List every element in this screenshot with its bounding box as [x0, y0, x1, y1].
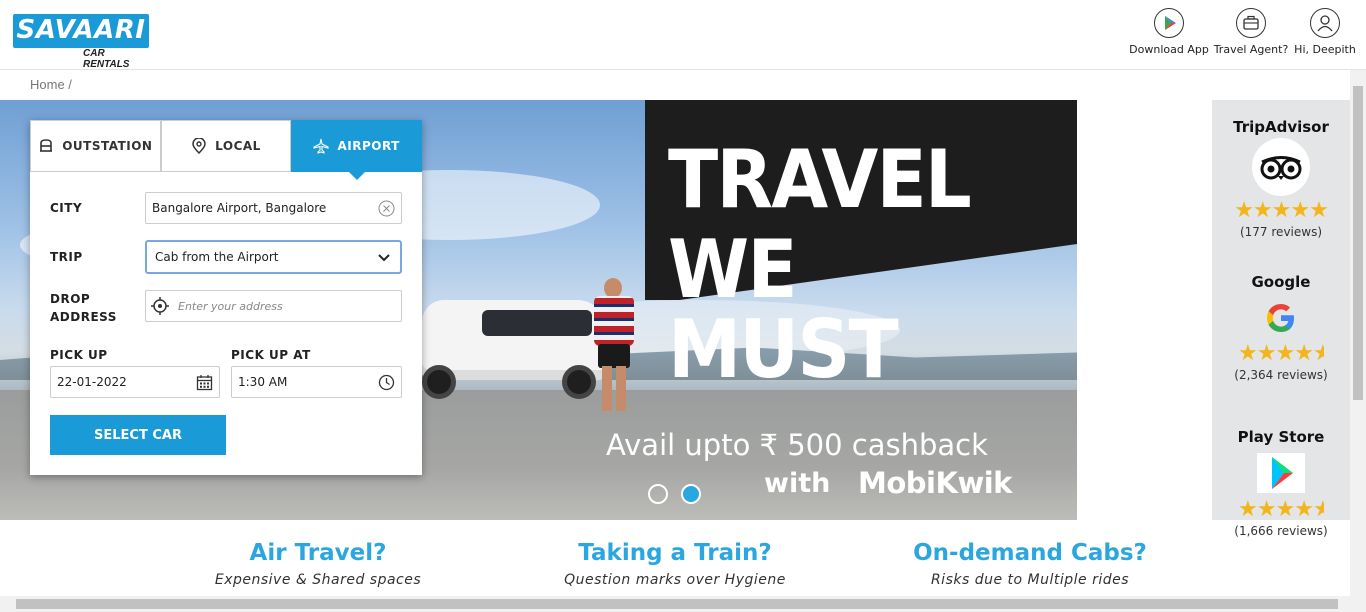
tripadvisor-title: TripAdvisor — [1233, 118, 1329, 136]
rating-google: Google ★★★★★ (2,364 reviews) — [1212, 273, 1350, 382]
breadcrumb: Home / — [30, 77, 72, 92]
tripadvisor-stars: ★★★★★ — [1234, 198, 1329, 223]
tab-outstation[interactable]: OUTSTATION — [30, 120, 161, 172]
feature-train: Taking a Train? Question marks over Hygi… — [515, 540, 835, 588]
feature-air-travel: Air Travel? Expensive & Shared spaces — [158, 540, 478, 588]
drop-address-placeholder: Enter your address — [178, 299, 283, 313]
drop-address-label: DROP ADDRESS — [50, 290, 117, 326]
feature-train-title: Taking a Train? — [578, 540, 772, 566]
person-leg — [616, 366, 626, 411]
feature-air-travel-title: Air Travel? — [249, 540, 387, 566]
top-header: SAVAARI CAR RENTALS Download App Travel … — [0, 0, 1366, 70]
vertical-scrollbar[interactable] — [1350, 70, 1366, 598]
feature-cabs: On-demand Cabs? Risks due to Multiple ri… — [870, 540, 1190, 588]
trip-value: Cab from the Airport — [155, 250, 279, 264]
logo-name: SAVAARI — [16, 15, 146, 45]
play-store-review-count: (1,666 reviews) — [1234, 524, 1328, 538]
banner-headline-1: TRAVEL — [668, 133, 972, 226]
breadcrumb-home[interactable]: Home / — [30, 77, 72, 92]
user-greeting-label: Hi, Deepith — [1294, 43, 1356, 56]
calendar-icon[interactable] — [196, 374, 213, 391]
tab-local[interactable]: LOCAL — [160, 120, 292, 172]
slide-dot-1[interactable] — [648, 484, 668, 504]
pickup-time-input[interactable]: 1:30 AM — [231, 366, 402, 398]
car-wheel — [422, 365, 456, 399]
clock-icon[interactable] — [378, 374, 395, 391]
play-store-title: Play Store — [1237, 428, 1325, 446]
drop-label-line2: ADDRESS — [50, 310, 117, 324]
tab-outstation-label: OUTSTATION — [62, 139, 153, 153]
ratings-panel: TripAdvisor ★★★★★ (177 reviews) Google ★… — [1212, 100, 1350, 538]
play-store-stars: ★★★★★ — [1238, 497, 1324, 522]
car-icon — [38, 138, 54, 154]
person-leg — [602, 366, 612, 411]
google-review-count: (2,364 reviews) — [1234, 368, 1328, 382]
rating-play-store: Play Store ★★★★★ (1,666 reviews) — [1212, 428, 1350, 538]
feature-cabs-title: On-demand Cabs? — [913, 540, 1147, 566]
cashback-text: Avail upto ₹ 500 cashback — [606, 428, 988, 462]
google-g-icon — [1264, 301, 1298, 335]
google-stars: ★★★★★ — [1238, 341, 1324, 366]
savaari-logo[interactable]: SAVAARI CAR RENTALS — [13, 14, 150, 70]
feature-cabs-subtitle: Risks due to Multiple rides — [930, 571, 1130, 588]
download-app-link[interactable]: Download App — [1128, 8, 1210, 64]
booking-form: OUTSTATION LOCAL AIRPORT CITY Bangalore … — [30, 120, 423, 475]
mobikwik-logo: MobiKwik — [858, 466, 1012, 500]
crosshair-icon[interactable] — [150, 296, 170, 316]
tripadvisor-owl-icon — [1249, 138, 1313, 196]
select-car-button[interactable]: SELECT CAR — [50, 415, 226, 455]
travel-agent-link[interactable]: Travel Agent? — [1213, 8, 1289, 64]
location-pin-icon — [191, 137, 207, 155]
drop-address-input[interactable]: Enter your address — [145, 290, 402, 322]
user-account-link[interactable]: Hi, Deepith — [1292, 8, 1358, 64]
feature-train-subtitle: Question marks over Hygiene — [564, 571, 786, 588]
pickup-time-label: PICK UP AT — [231, 348, 311, 362]
travel-agent-label: Travel Agent? — [1213, 43, 1289, 56]
airplane-icon — [313, 138, 330, 154]
logo-tagline: CAR RENTALS — [83, 48, 130, 70]
banner-headline-2: WE MUST — [668, 223, 899, 396]
person-image — [590, 278, 635, 413]
rating-tripadvisor: TripAdvisor ★★★★★ (177 reviews) — [1212, 118, 1350, 239]
car-image — [422, 280, 607, 400]
play-store-icon — [1257, 453, 1305, 493]
person-shirt — [594, 296, 634, 346]
tab-airport[interactable]: AIRPORT — [291, 120, 423, 180]
chevron-down-icon — [377, 250, 394, 267]
tab-airport-label: AIRPORT — [337, 139, 400, 153]
car-window — [482, 310, 592, 336]
drop-label-line1: DROP — [50, 292, 91, 306]
city-value: Bangalore Airport, Bangalore — [152, 201, 327, 215]
with-text: with — [764, 468, 831, 499]
person-shorts — [598, 344, 630, 368]
user-icon — [1310, 8, 1340, 38]
page: SAVAARI CAR RENTALS Download App Travel … — [0, 0, 1366, 612]
trip-select[interactable]: Cab from the Airport — [145, 240, 402, 274]
feature-air-travel-subtitle: Expensive & Shared spaces — [214, 571, 422, 588]
horizontal-scrollbar[interactable] — [0, 596, 1366, 612]
slide-dot-2-active[interactable] — [681, 484, 701, 504]
horizontal-scrollbar-thumb[interactable] — [16, 599, 1338, 609]
play-store-icon — [1154, 8, 1184, 38]
vertical-scrollbar-thumb[interactable] — [1353, 86, 1363, 400]
trip-type-tabs: OUTSTATION LOCAL AIRPORT — [30, 120, 423, 180]
google-title: Google — [1251, 273, 1311, 291]
person-head — [604, 278, 622, 298]
city-label: CITY — [50, 201, 83, 215]
pickup-date-label: PICK UP — [50, 348, 108, 362]
tab-local-label: LOCAL — [215, 139, 261, 153]
pickup-date-input[interactable]: 22-01-2022 — [50, 366, 220, 398]
pickup-time-value: 1:30 AM — [238, 375, 288, 389]
pickup-date-value: 22-01-2022 — [57, 375, 127, 389]
download-app-label: Download App — [1129, 43, 1209, 56]
clear-icon[interactable] — [378, 200, 395, 217]
briefcase-icon — [1236, 8, 1266, 38]
tripadvisor-review-count: (177 reviews) — [1239, 225, 1323, 239]
city-input[interactable]: Bangalore Airport, Bangalore — [145, 192, 402, 224]
trip-label: TRIP — [50, 250, 83, 264]
